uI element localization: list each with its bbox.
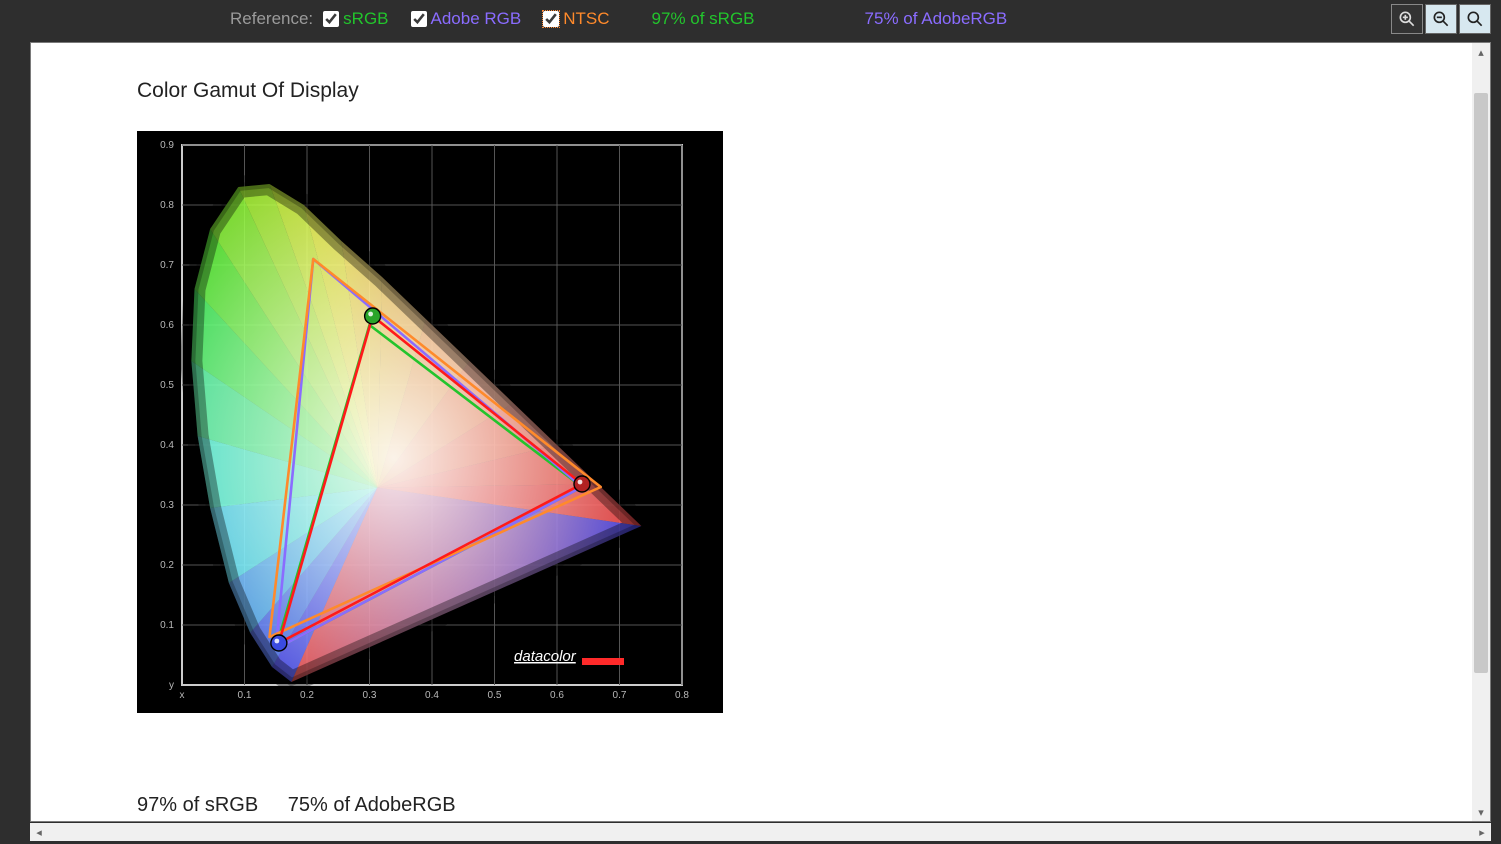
svg-text:0.8: 0.8 [675,690,689,701]
app-window: Reference: sRGB Adobe RGB NTSC 97% of sR… [0,0,1501,844]
svg-text:0.5: 0.5 [160,380,174,391]
zoom-in-icon [1397,9,1417,29]
ntsc-label: NTSC [563,9,609,29]
svg-text:0.8: 0.8 [160,200,174,211]
vertical-scrollbar[interactable]: ▴ ▾ [1472,43,1490,821]
srgb-coverage-stat: 97% of sRGB [652,9,755,29]
zoom-out-button[interactable] [1425,4,1457,34]
srgb-toggle-wrap: sRGB [319,8,388,30]
horizontal-scrollbar[interactable]: ◂ ▸ [30,823,1491,841]
svg-text:0.2: 0.2 [160,560,174,571]
adobergb-toggle-wrap: Adobe RGB [407,8,522,30]
scroll-up-button[interactable]: ▴ [1472,43,1490,61]
ntsc-checkbox[interactable] [543,11,559,27]
scroll-thumb[interactable] [1474,93,1488,673]
toolbar: Reference: sRGB Adobe RGB NTSC 97% of sR… [0,0,1501,38]
svg-text:0.6: 0.6 [550,690,564,701]
adobergb-checkbox[interactable] [411,11,427,27]
ntsc-toggle-wrap: NTSC [539,8,609,30]
zoom-in-button[interactable] [1391,4,1423,34]
bottom-summary: 97% of sRGB 75% of AdobeRGB [137,794,480,817]
svg-text:0.7: 0.7 [613,690,627,701]
adobergb-label: Adobe RGB [431,9,522,29]
content-frame: ▴ ▾ Color Gamut Of Display 0.10.20.30.40… [30,42,1491,822]
reference-label: Reference: [230,9,313,29]
svg-text:0.6: 0.6 [160,320,174,331]
svg-text:0.3: 0.3 [363,690,377,701]
gamut-chart-svg: 0.1 0.2 0.3 0.4 0.5 0.6 0.7 0.8 0.1 0.2 0.3 0.4 0.5 0… [137,131,723,713]
svg-text:0.7: 0.7 [160,260,174,271]
svg-text:0.1: 0.1 [160,620,174,631]
srgb-checkbox[interactable] [323,11,339,27]
scroll-right-button[interactable]: ▸ [1473,823,1491,841]
svg-text:0.3: 0.3 [160,500,174,511]
svg-text:0.1: 0.1 [238,690,252,701]
bottom-srgb-stat: 97% of sRGB [137,794,258,816]
scroll-down-button[interactable]: ▾ [1472,803,1490,821]
svg-text:0.9: 0.9 [160,140,174,151]
gamut-chart: 0.1 0.2 0.3 0.4 0.5 0.6 0.7 0.8 0.1 0.2 0.3 0.4 0.5 0… [137,131,723,713]
svg-text:0.5: 0.5 [488,690,502,701]
zoom-out-icon [1431,9,1451,29]
svg-text:y: y [169,680,174,691]
zoom-buttons [1391,4,1491,34]
svg-text:x: x [180,690,185,701]
zoom-reset-button[interactable] [1459,4,1491,34]
svg-text:0.4: 0.4 [425,690,439,701]
svg-text:0.2: 0.2 [300,690,314,701]
srgb-label: sRGB [343,9,388,29]
page-title: Color Gamut Of Display [137,79,1472,103]
scroll-left-button[interactable]: ◂ [30,823,48,841]
bottom-argb-stat: 75% of AdobeRGB [288,794,456,816]
magnifier-icon [1465,9,1485,29]
svg-text:0.4: 0.4 [160,440,174,451]
svg-text:datacolor: datacolor [514,648,577,665]
content-inner: Color Gamut Of Display 0.10.20.30.40.50.… [31,43,1472,821]
adobergb-coverage-stat: 75% of AdobeRGB [865,9,1008,29]
